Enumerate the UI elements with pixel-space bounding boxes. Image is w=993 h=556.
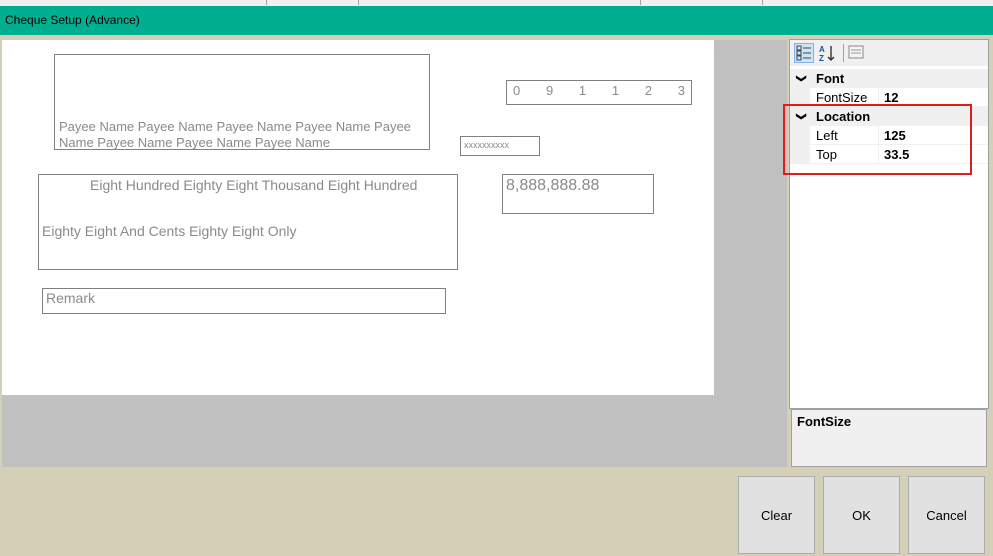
- ok-button-label: OK: [852, 507, 871, 523]
- cheque-number-field[interactable]: 0 9 1 1 2 3: [506, 80, 692, 105]
- amount-figure: 8,888,888.88: [506, 177, 600, 194]
- cheque-number-digit: 0: [513, 83, 521, 98]
- cheque-number-digit: 1: [611, 83, 620, 98]
- toolbar-separator: [843, 44, 844, 62]
- property-grid[interactable]: A Z ❯ Font FontSize 12 ❯ Location Left 1…: [789, 39, 989, 409]
- property-pages-icon[interactable]: [847, 43, 867, 63]
- alphabetical-sort-icon[interactable]: A Z: [817, 43, 837, 63]
- remark-text: Remark: [46, 290, 96, 306]
- clear-button[interactable]: Clear: [738, 476, 815, 554]
- svg-text:A: A: [819, 45, 825, 54]
- svg-text:Z: Z: [819, 54, 824, 63]
- top-strip-segment: [642, 0, 763, 5]
- window-title-bar: Cheque Setup (Advance): [0, 6, 993, 35]
- top-strip-segment: [0, 0, 267, 5]
- amount-words-line1: Eight Hundred Eighty Eight Thousand Eigh…: [90, 177, 418, 193]
- cheque-design-canvas[interactable]: Payee Name Payee Name Payee Name Payee N…: [2, 40, 787, 467]
- category-label: Font: [816, 71, 845, 86]
- top-strip-segment: [360, 0, 641, 5]
- cheque-number-digit: 2: [644, 83, 653, 98]
- category-font[interactable]: ❯ Font: [790, 69, 988, 88]
- ok-button[interactable]: OK: [823, 476, 900, 554]
- date-placeholder: xxxxxxxxxx: [464, 140, 509, 150]
- cancel-button[interactable]: Cancel: [908, 476, 985, 554]
- payee-name-field[interactable]: Payee Name Payee Name Payee Name Payee N…: [54, 54, 430, 150]
- amount-words-line2: Eighty Eight And Cents Eighty Eight Only: [42, 223, 297, 239]
- amount-figure-field[interactable]: 8,888,888.88: [502, 174, 654, 214]
- amount-in-words-field[interactable]: Eight Hundred Eighty Eight Thousand Eigh…: [38, 174, 458, 270]
- chevron-down-icon[interactable]: ❯: [792, 74, 811, 82]
- remark-field[interactable]: Remark: [42, 288, 446, 314]
- cheque-number-digit: 1: [578, 83, 587, 98]
- clear-button-label: Clear: [760, 507, 793, 523]
- cheque-number-digits: 0 9 1 1 2 3: [513, 83, 685, 98]
- cancel-button-label: Cancel: [926, 507, 967, 523]
- cheque-number-digit: 9: [545, 83, 554, 98]
- top-strip-segment: [268, 0, 359, 5]
- property-description-title: FontSize: [797, 414, 852, 429]
- cheque-number-digit: 3: [677, 83, 685, 98]
- location-highlight-box: [783, 104, 972, 175]
- property-description-panel: FontSize: [791, 409, 987, 467]
- categorized-view-icon[interactable]: [794, 43, 814, 63]
- window-title: Cheque Setup (Advance): [5, 13, 140, 27]
- property-grid-toolbar: A Z: [790, 40, 988, 66]
- cheque-layout: Payee Name Payee Name Payee Name Payee N…: [2, 40, 714, 395]
- date-field[interactable]: xxxxxxxxxx: [460, 136, 540, 156]
- payee-name-text: Payee Name Payee Name Payee Name Payee N…: [59, 119, 411, 150]
